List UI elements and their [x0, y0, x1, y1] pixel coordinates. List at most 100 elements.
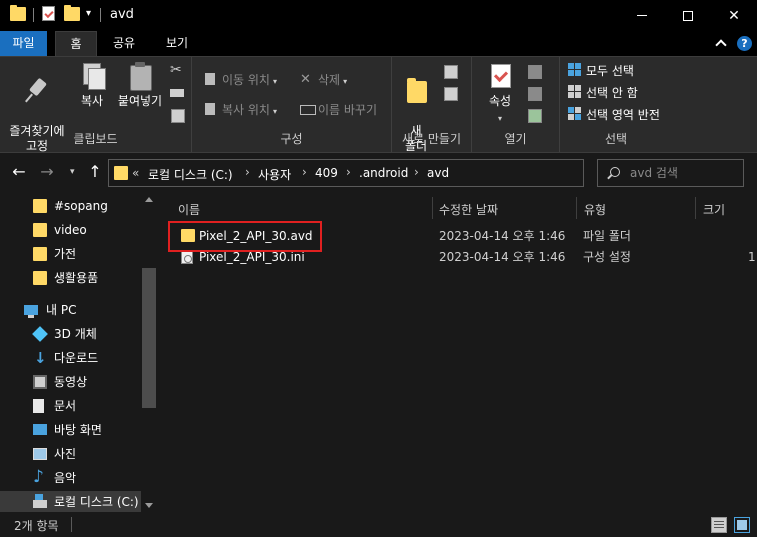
- nav-item-label: 생활용품: [54, 271, 99, 285]
- rename-label: 이름 바꾸기: [318, 103, 378, 117]
- column-header-modified[interactable]: 수정한 날짜: [439, 199, 498, 221]
- nav-pane-scrollbar[interactable]: [141, 193, 158, 512]
- nav-item-music[interactable]: 음악: [0, 466, 141, 489]
- tab-file[interactable]: 파일: [0, 31, 47, 56]
- select-none-label: 선택 안 함: [586, 86, 638, 100]
- move-to-label: 이동 위치: [222, 73, 270, 87]
- breadcrumb-item[interactable]: 로컬 디스크 (C:): [148, 166, 233, 183]
- column-divider[interactable]: [576, 197, 577, 219]
- up-button[interactable]: ↑: [86, 163, 104, 181]
- film-icon: [33, 375, 47, 389]
- minimize-button[interactable]: [619, 0, 665, 31]
- copy-label: 복사: [80, 94, 104, 108]
- select-none-button[interactable]: 선택 안 함: [568, 83, 638, 103]
- breadcrumb-item[interactable]: avd: [427, 166, 449, 180]
- copy-to-label: 복사 위치: [222, 103, 270, 117]
- details-view-icon[interactable]: [711, 517, 727, 533]
- scrollbar-thumb[interactable]: [142, 268, 156, 408]
- open-icon[interactable]: [528, 65, 542, 79]
- tab-view[interactable]: 보기: [157, 31, 197, 56]
- search-box[interactable]: [597, 159, 744, 187]
- breadcrumb-overflow[interactable]: «: [132, 166, 139, 180]
- nav-item-desktop[interactable]: 바탕 화면: [0, 419, 141, 441]
- forward-button[interactable]: →: [38, 163, 56, 181]
- separator: [33, 8, 34, 22]
- nav-item-3d-objects[interactable]: 3D 개체: [0, 323, 141, 345]
- invert-selection-button[interactable]: 선택 영역 반전: [568, 105, 660, 125]
- history-icon[interactable]: [528, 109, 542, 123]
- nav-item-appliances[interactable]: 가전: [0, 243, 141, 265]
- address-bar[interactable]: « 로컬 디스크 (C:) › 사용자 › 409 › .android › a…: [108, 159, 677, 187]
- new-item-icon[interactable]: [444, 65, 458, 79]
- copy-to-button[interactable]: 복사 위치 ▾: [204, 100, 277, 120]
- chevron-up-icon[interactable]: [716, 38, 726, 48]
- nav-item-video[interactable]: video: [0, 219, 141, 241]
- cut-icon[interactable]: [170, 62, 184, 79]
- paste-button[interactable]: 붙여넣기: [114, 62, 166, 109]
- nav-item-household[interactable]: 생활용품: [0, 267, 141, 289]
- nav-item-this-pc[interactable]: 내 PC: [0, 299, 141, 321]
- picture-icon: [33, 448, 47, 460]
- column-divider[interactable]: [695, 197, 696, 219]
- select-none-icon: [568, 85, 582, 99]
- navigation-pane: #sopang video 가전 생활용품 내 PC 3D 개체 다운로드 동영…: [0, 193, 158, 512]
- copy-path-icon[interactable]: [170, 89, 184, 97]
- cube-icon: [32, 326, 48, 342]
- delete-icon: [300, 70, 314, 90]
- move-to-button[interactable]: 이동 위치 ▾: [204, 70, 277, 90]
- back-button[interactable]: ←: [10, 163, 28, 181]
- select-all-button[interactable]: 모두 선택: [568, 61, 634, 81]
- file-list: 이름 수정한 날짜 유형 크기 Pixel_2_API_30.avd 2023-…: [158, 193, 757, 512]
- column-header-type[interactable]: 유형: [584, 199, 606, 221]
- easy-access-icon[interactable]: [444, 87, 458, 101]
- minimize-icon: [637, 15, 647, 16]
- breadcrumb-item[interactable]: .android: [359, 166, 408, 180]
- nav-item-label: #sopang: [54, 199, 108, 213]
- edit-icon[interactable]: [528, 87, 542, 101]
- column-divider[interactable]: [432, 197, 433, 219]
- search-input[interactable]: [630, 166, 740, 180]
- nav-item-pictures[interactable]: 사진: [0, 443, 141, 465]
- scroll-up-icon[interactable]: [145, 197, 153, 202]
- quick-access-dropdown-icon[interactable]: ▾: [86, 8, 91, 19]
- maximize-button[interactable]: [665, 0, 711, 31]
- breadcrumb-separator[interactable]: ›: [302, 165, 307, 179]
- rename-button[interactable]: 이름 바꾸기: [300, 100, 377, 120]
- select-all-label: 모두 선택: [586, 64, 634, 78]
- breadcrumb-item[interactable]: 409: [315, 166, 338, 180]
- paste-shortcut-icon[interactable]: [171, 109, 185, 123]
- new-group: 새 폴더 새로 만들기: [392, 57, 472, 153]
- properties-icon[interactable]: [42, 6, 55, 21]
- paste-icon: [127, 62, 153, 91]
- nav-item-label: 내 PC: [46, 303, 77, 317]
- properties-button[interactable]: 속성 ▾: [482, 62, 518, 126]
- select-group-label: 선택: [604, 132, 628, 146]
- copy-button[interactable]: 복사: [76, 62, 108, 109]
- scroll-down-icon[interactable]: [145, 503, 153, 508]
- table-row[interactable]: Pixel_2_API_30.avd 2023-04-14 오후 1:46 파일…: [170, 226, 757, 246]
- nav-item-videos[interactable]: 동영상: [0, 371, 141, 393]
- table-row[interactable]: Pixel_2_API_30.ini 2023-04-14 오후 1:46 구성…: [170, 247, 757, 267]
- tab-home[interactable]: 홈: [55, 31, 97, 56]
- column-header-name[interactable]: 이름: [178, 199, 200, 221]
- close-button[interactable]: ✕: [711, 0, 757, 31]
- large-icons-view-icon[interactable]: [734, 517, 750, 533]
- nav-item-documents[interactable]: 문서: [0, 395, 141, 417]
- drive-icon: [33, 494, 47, 508]
- title-bar: ▾ avd ✕: [0, 0, 757, 31]
- breadcrumb-separator[interactable]: ›: [414, 165, 419, 179]
- breadcrumb-separator[interactable]: ›: [346, 165, 351, 179]
- tab-share[interactable]: 공유: [106, 31, 142, 56]
- column-header-size[interactable]: 크기: [703, 199, 725, 221]
- nav-item-local-disk-c[interactable]: 로컬 디스크 (C:): [0, 491, 141, 512]
- new-folder-icon[interactable]: [64, 5, 80, 21]
- clipboard-group-label: 클립보드: [73, 132, 118, 146]
- help-icon[interactable]: ?: [737, 36, 752, 51]
- nav-item-downloads[interactable]: 다운로드: [0, 347, 141, 369]
- recent-locations-dropdown-icon[interactable]: ▾: [70, 167, 75, 177]
- delete-button[interactable]: 삭제▾: [300, 70, 347, 90]
- close-icon: ✕: [728, 7, 740, 24]
- breadcrumb-item[interactable]: 사용자: [258, 166, 291, 183]
- breadcrumb-separator[interactable]: ›: [245, 165, 250, 179]
- nav-item-sopang[interactable]: #sopang: [0, 195, 141, 217]
